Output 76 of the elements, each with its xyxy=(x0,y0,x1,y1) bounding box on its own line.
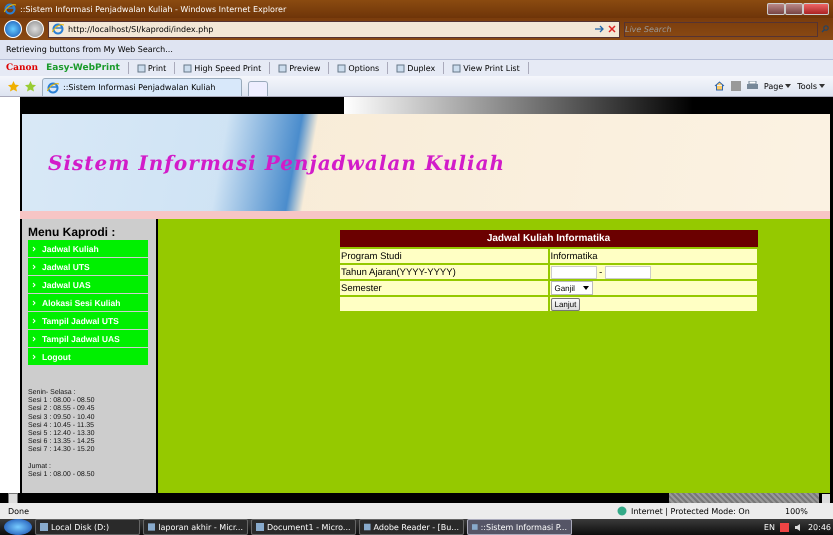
submit-button[interactable]: Lanjut xyxy=(550,298,580,310)
home-icon[interactable] xyxy=(714,81,725,91)
command-button[interactable]: Page xyxy=(764,82,792,90)
taskbar-button[interactable]: Adobe Reader - [Bu... xyxy=(359,519,464,535)
app-icon xyxy=(40,523,48,531)
browser-tab[interactable]: ::Sistem Informasi Penjadwalan Kuliah xyxy=(42,78,242,96)
form-title: Jadwal Kuliah Informatika xyxy=(339,230,758,248)
volume-icon[interactable] xyxy=(794,522,803,532)
toolbar-icon xyxy=(136,64,146,72)
toolbar-button[interactable]: High Speed Print xyxy=(183,64,262,72)
maximize-button[interactable] xyxy=(785,3,803,15)
zoom-level[interactable]: 100% xyxy=(785,506,825,516)
app-icon xyxy=(364,523,371,531)
field-label: Tahun Ajaran(YYYY-YYYY) xyxy=(339,264,548,280)
forward-button[interactable] xyxy=(26,20,44,38)
field-label: Program Studi xyxy=(339,248,548,264)
field-value: Informatika xyxy=(548,248,758,264)
range-separator: - xyxy=(599,266,602,278)
command-button[interactable]: Tools xyxy=(797,82,825,90)
clock: 20:46 xyxy=(808,522,831,532)
info-bar-text: Retrieving buttons from My Web Search... xyxy=(6,45,173,54)
status-text: Done xyxy=(8,506,30,516)
caret-icon xyxy=(819,84,825,88)
back-button[interactable] xyxy=(4,20,22,38)
toolbar-icon xyxy=(452,64,462,72)
toolbar-button[interactable]: Duplex xyxy=(396,64,436,72)
app-icon xyxy=(256,523,264,531)
tray-icon[interactable] xyxy=(780,522,789,532)
chevron-icon xyxy=(32,282,36,288)
caret-icon xyxy=(785,84,792,88)
toolbar-button[interactable]: Options xyxy=(337,64,380,72)
toolbar-icon xyxy=(337,64,346,72)
chevron-icon xyxy=(32,318,36,324)
chevron-icon xyxy=(32,264,36,270)
brand-logo: Canon xyxy=(6,63,38,73)
refresh-icon[interactable] xyxy=(594,25,604,33)
start-button[interactable] xyxy=(4,519,32,535)
page-icon xyxy=(47,82,59,94)
star-icon[interactable] xyxy=(8,80,19,92)
scrollbar-thumb[interactable] xyxy=(669,493,819,503)
app-icon xyxy=(472,523,478,531)
menu-title: Menu Kaprodi : xyxy=(28,225,116,239)
scroll-right-button[interactable] xyxy=(822,494,830,502)
taskbar-button[interactable]: Local Disk (D:) xyxy=(35,519,140,535)
input-field[interactable] xyxy=(604,266,651,278)
toolbar-button[interactable]: Print xyxy=(136,64,166,72)
taskbar-button[interactable]: ::Sistem Informasi P... xyxy=(467,519,572,535)
chevron-icon xyxy=(32,246,36,252)
minimize-button[interactable] xyxy=(767,3,785,15)
app-icon xyxy=(148,523,156,531)
caret-icon xyxy=(582,286,589,290)
stop-icon[interactable] xyxy=(608,25,616,33)
address-field[interactable]: http://localhost/SI/kaprodi/index.php xyxy=(48,20,620,38)
printer-icon[interactable] xyxy=(746,81,758,91)
toolbar-button[interactable]: Preview xyxy=(278,64,320,72)
field-label: Semester xyxy=(339,280,548,296)
chevron-icon xyxy=(32,300,36,306)
taskbar-button[interactable]: laporan akhir - Micr... xyxy=(143,519,248,535)
browser-logo-icon xyxy=(4,3,16,15)
page-icon xyxy=(52,23,64,35)
toolbar-icon xyxy=(278,64,288,72)
close-button[interactable] xyxy=(803,3,829,15)
toolbar-button[interactable]: View Print List xyxy=(452,64,520,72)
chevron-icon xyxy=(32,336,36,342)
search-field[interactable]: Live Search xyxy=(624,22,818,36)
semester-dropdown[interactable]: Ganjil xyxy=(550,281,593,295)
taskbar-button[interactable]: Document1 - Micro... xyxy=(251,519,356,535)
scroll-left-button[interactable] xyxy=(8,492,18,504)
security-zone: Internet | Protected Mode: On xyxy=(631,506,751,516)
toolbar-icon xyxy=(183,64,192,72)
toolbar-icon xyxy=(396,64,406,72)
window-title: ::Sistem Informasi Penjadwalan Kuliah - Windows Internet Explorer xyxy=(20,4,288,14)
chevron-icon xyxy=(32,354,36,360)
language-indicator[interactable]: EN xyxy=(764,522,775,532)
input-field[interactable] xyxy=(550,266,596,278)
globe-icon xyxy=(617,506,627,516)
